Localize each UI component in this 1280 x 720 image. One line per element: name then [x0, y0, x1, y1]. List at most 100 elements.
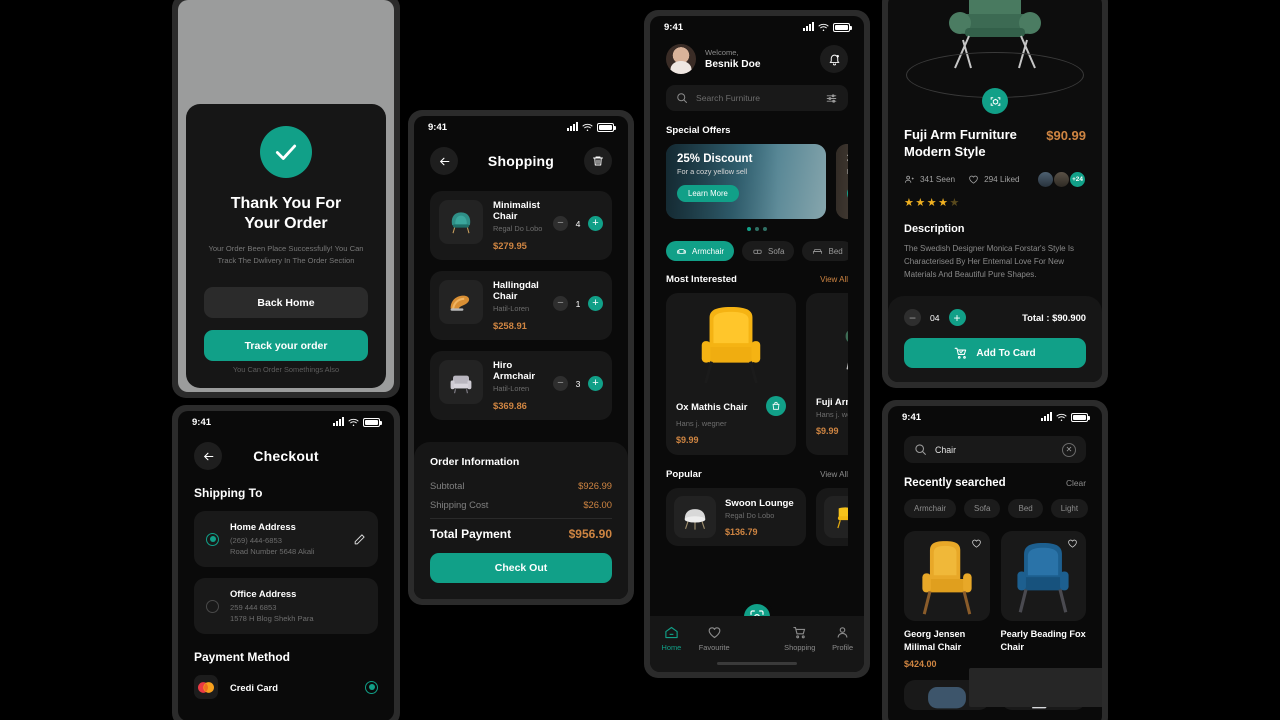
back-home-button[interactable]: Back Home	[204, 287, 368, 318]
product-brand: Regal Do Lobo	[493, 224, 543, 233]
clear-history-button[interactable]: Clear	[1066, 478, 1086, 488]
total-value: $956.90	[568, 527, 612, 541]
decrease-quantity-button[interactable]: −	[553, 216, 568, 231]
favourite-toggle[interactable]	[971, 538, 982, 549]
category-chip-bed[interactable]: Bed	[802, 241, 848, 261]
offer-button[interactable]: Shop Now	[847, 185, 848, 202]
cart-item[interactable]: Hallingdal Chair Hatil-Loren $258.91 − 1…	[430, 271, 612, 340]
offer-title: 25% Discount	[677, 153, 753, 165]
search-input[interactable]: Search Furniture	[666, 85, 848, 111]
address-name: Office Address	[230, 588, 297, 599]
popular-card[interactable]: T H $	[816, 488, 848, 546]
status-bar: 9:41	[650, 16, 864, 38]
result-card[interactable]: Pearly Beading Fox Chair	[1000, 531, 1086, 669]
add-to-bag-button[interactable]	[766, 396, 786, 416]
carousel-dots[interactable]	[666, 227, 848, 231]
sliders-icon[interactable]	[825, 92, 838, 105]
rating-stars: ★★★★★	[904, 196, 1086, 209]
recent-tag-light[interactable]: Light	[1050, 499, 1089, 518]
recent-tag-sofa[interactable]: Sofa	[964, 499, 1001, 518]
status-time: 9:41	[902, 411, 922, 423]
check-out-button[interactable]: Check Out	[430, 553, 612, 583]
checkout-screen: 9:41 Checkout Shipping To Home Address (…	[178, 411, 394, 720]
address-option-home[interactable]: Home Address (269) 444-6853 Road Number …	[194, 511, 378, 567]
quantity-stepper[interactable]: − 4 +	[553, 216, 603, 231]
most-interested-list[interactable]: Ox Mathis Chair Hans j. wegner $9.99 Fuj…	[666, 293, 848, 455]
decrease-quantity-button[interactable]: −	[553, 296, 568, 311]
battery-icon	[833, 22, 852, 32]
category-chip-armchair[interactable]: Armchair	[666, 241, 735, 261]
product-image	[816, 303, 848, 388]
quantity-stepper[interactable]: − 04 +	[904, 309, 966, 326]
product-detail-body: Fuji Arm Furniture Modern Style $90.99 3…	[888, 126, 1102, 281]
notifications-button[interactable]	[820, 45, 848, 73]
popular-card[interactable]: Swoon Lounge Regal Do Lobo $136.79	[666, 488, 806, 546]
category-chip-sofa[interactable]: Sofa	[742, 241, 795, 261]
home-body: Welcome, Besnik Doe Search Furniture Spe…	[650, 44, 864, 546]
tab-shopping[interactable]: Shopping	[778, 625, 821, 652]
hallingdal-chair-image	[450, 295, 470, 311]
recent-tag-armchair[interactable]: Armchair	[904, 499, 957, 518]
payment-option-credit-card[interactable]: Credi Card	[194, 675, 378, 699]
offer-card[interactable]: 25% Discount For a cozy yellow sell Lear…	[666, 144, 826, 219]
armchair-icon	[676, 248, 687, 254]
radio-selected[interactable]	[365, 680, 378, 694]
search-input[interactable]: Chair ✕	[904, 436, 1086, 463]
home-indicator	[717, 662, 797, 665]
category-chips[interactable]: Armchair Sofa Bed Light	[666, 241, 848, 261]
heart-icon	[1068, 539, 1077, 548]
radio-unselected[interactable]	[206, 599, 219, 613]
rating-full-stars: ★★★★	[904, 197, 950, 209]
product-price: $369.86	[493, 400, 527, 411]
offer-button[interactable]: Learn More	[677, 185, 739, 202]
shopping-screen: 9:41 Shopping Minimalist Chair Regal Do …	[414, 116, 628, 599]
tab-home[interactable]: Home	[650, 625, 693, 652]
view-all-link[interactable]: View All	[820, 470, 848, 479]
product-card[interactable]: Ox Mathis Chair Hans j. wegner $9.99	[666, 293, 796, 455]
cart-item[interactable]: Hiro Armchair Hatil-Loren $369.86 − 3 +	[430, 351, 612, 420]
add-to-cart-button[interactable]: Add To Card	[904, 338, 1086, 368]
tab-favourite[interactable]: Favourite	[693, 625, 736, 652]
increase-quantity-button[interactable]: +	[588, 216, 603, 231]
product-brand: Regal Do Lobo	[725, 510, 775, 520]
popular-list[interactable]: Swoon Lounge Regal Do Lobo $136.79	[666, 488, 848, 546]
decrease-quantity-button[interactable]: −	[553, 376, 568, 391]
favourite-toggle[interactable]	[1067, 538, 1078, 549]
product-card[interactable]: Fuji Arm Chair Hans j. wegner $9.99	[806, 293, 848, 455]
tab-profile[interactable]: Profile	[821, 625, 864, 652]
wifi-icon	[348, 418, 359, 426]
increase-quantity-button[interactable]: +	[948, 309, 966, 326]
cart-item[interactable]: Minimalist Chair Regal Do Lobo $279.95 −…	[430, 191, 612, 260]
clear-search-button[interactable]: ✕	[1062, 442, 1076, 457]
pencil-icon[interactable]	[353, 533, 366, 546]
georg-jensen-chair-image	[922, 541, 972, 615]
address-option-office[interactable]: Office Address 259 444 6853 1578 H Blog …	[194, 578, 378, 634]
avatar[interactable]	[666, 44, 696, 74]
track-order-button[interactable]: Track your order	[204, 330, 368, 361]
viewer-avatars[interactable]: +24	[1037, 171, 1086, 188]
recent-search-tags[interactable]: Armchair Sofa Bed Light	[904, 499, 1089, 518]
offer-card[interactable]: 35% Discount For a cozy white sofa Shop …	[836, 144, 848, 219]
product-image	[904, 531, 990, 621]
home-header: Welcome, Besnik Doe	[666, 44, 848, 74]
result-card[interactable]: Georg Jensen Milimal Chair $424.00	[904, 531, 990, 669]
decrease-quantity-button[interactable]: −	[904, 309, 921, 326]
thank-you-footer: You Can Order Somethings Also	[232, 365, 340, 374]
quantity-stepper[interactable]: − 3 +	[553, 376, 603, 391]
product-name: Ox Mathis Chair	[676, 400, 748, 412]
special-offers-carousel[interactable]: 25% Discount For a cozy yellow sell Lear…	[666, 144, 848, 219]
total-label: Total : $90.900	[1022, 312, 1086, 323]
product-meta: 341 Seen 294 Liked +24	[904, 171, 1086, 188]
increase-quantity-button[interactable]: +	[588, 376, 603, 391]
radio-selected[interactable]	[206, 532, 219, 546]
increase-quantity-button[interactable]: +	[588, 296, 603, 311]
check-icon	[260, 126, 312, 178]
payment-method-name: Credi Card	[230, 681, 278, 693]
ar-view-button[interactable]	[982, 88, 1008, 114]
heart-icon	[708, 627, 721, 639]
quantity-stepper[interactable]: − 1 +	[553, 296, 603, 311]
recent-tag-bed[interactable]: Bed	[1008, 499, 1043, 518]
phone-checkout: 9:41 Checkout Shipping To Home Address (…	[172, 405, 400, 720]
product-title: Fuji Arm Furniture Modern Style	[904, 127, 1017, 159]
view-all-link[interactable]: View All	[820, 275, 848, 284]
